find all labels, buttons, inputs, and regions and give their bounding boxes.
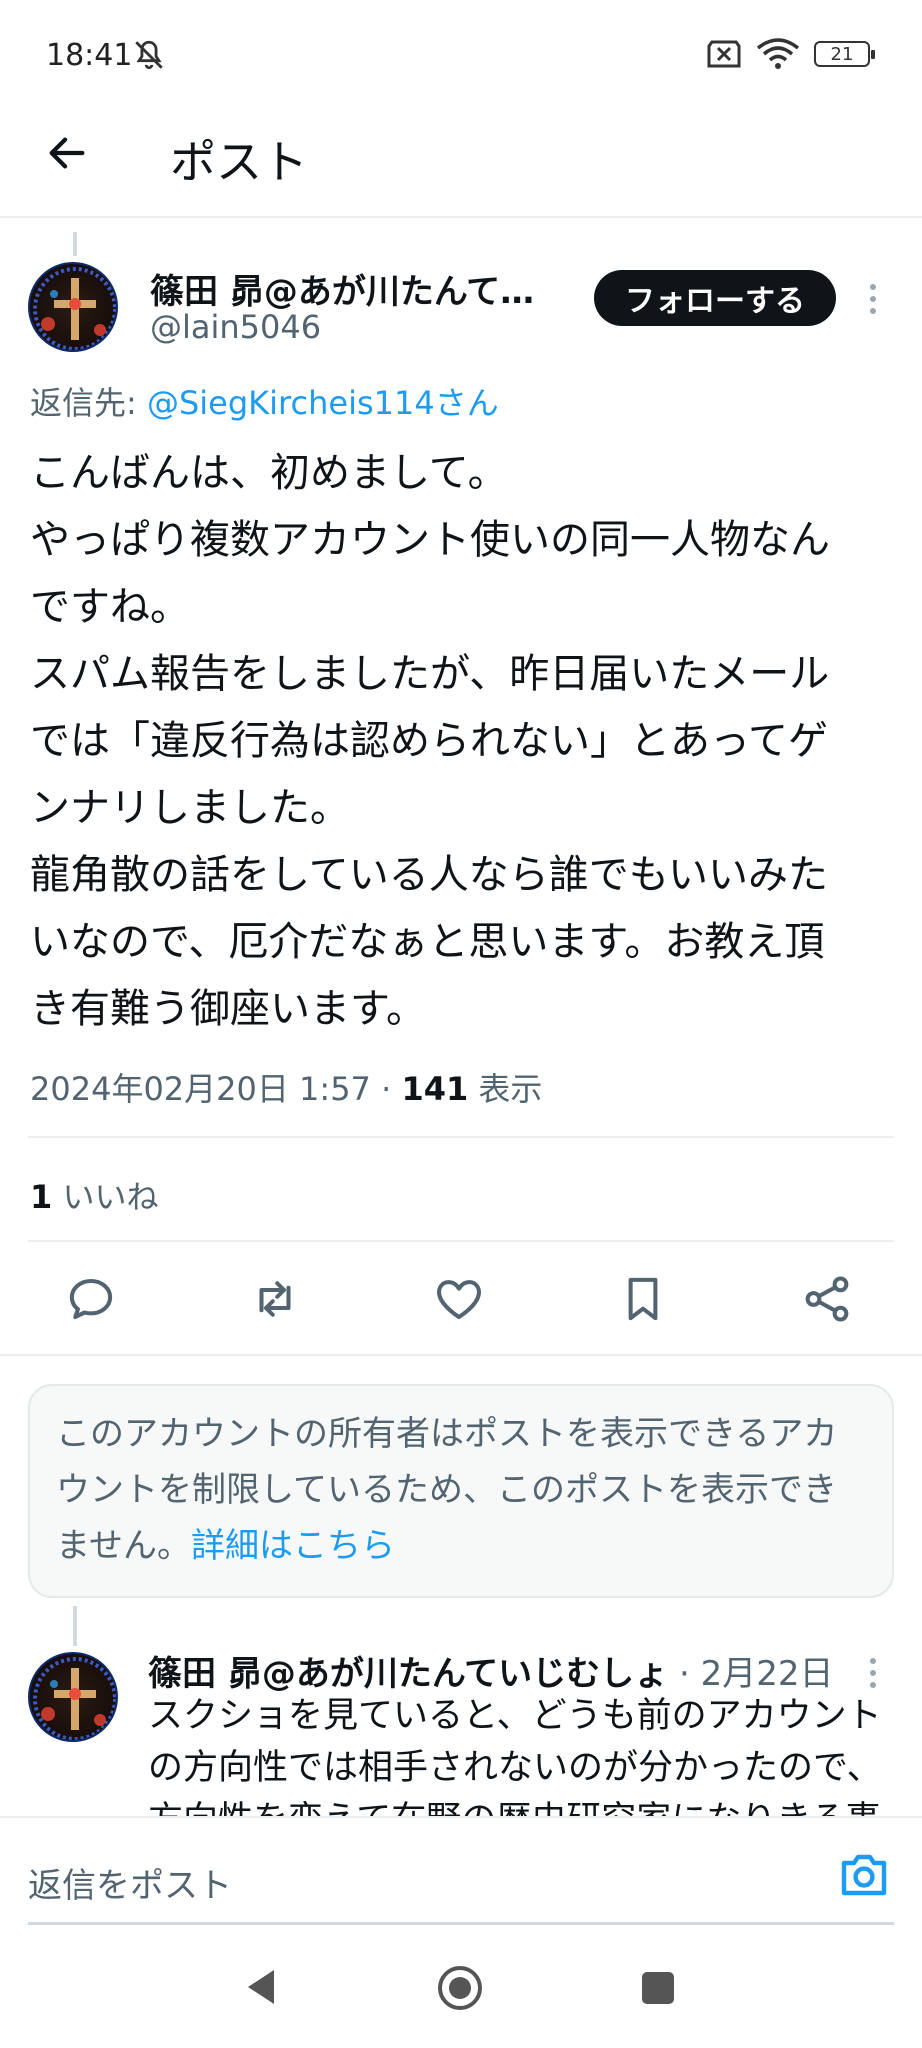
likes-count: 1 <box>30 1178 53 1216</box>
status-icons: 21 <box>706 38 875 70</box>
avatar-image <box>33 1657 116 1740</box>
notice-text: このアカウントの所有者はポストを表示できるアカウントを制限しているため、このポス… <box>56 1414 838 1566</box>
status-time: 18:41 <box>46 38 133 73</box>
author-name[interactable]: 篠田 昴@あが川たんて… <box>150 264 534 313</box>
divider <box>28 1136 894 1138</box>
views-count: 141 <box>401 1070 469 1108</box>
post-line: ですね。 <box>30 584 190 630</box>
divider <box>28 1240 894 1242</box>
likes-summary[interactable]: 1 いいね <box>30 1172 158 1218</box>
more-vert-icon[interactable] <box>868 284 878 314</box>
post-meta: 2024年02月20日 1:57 · 141 表示 <box>30 1070 543 1108</box>
post-line: ンナリしました。 <box>30 785 350 831</box>
page-title: ポスト <box>170 135 308 189</box>
reply-author[interactable]: 篠田 昴@あが川たんていじむしょ · 2月22日 <box>148 1646 833 1695</box>
wifi-icon <box>756 38 800 69</box>
bookmark-icon[interactable] <box>616 1272 670 1326</box>
header-divider <box>0 216 922 218</box>
like-icon[interactable] <box>432 1272 486 1326</box>
back-arrow-icon[interactable] <box>44 130 90 176</box>
restricted-notice: このアカウントの所有者はポストを表示できるアカウントを制限しているため、このポス… <box>28 1384 894 1598</box>
reply-line: の方向性では相手されないのが分かったので、 <box>148 1748 882 1788</box>
nav-back-icon[interactable] <box>242 1966 278 2008</box>
post-timestamp[interactable]: 2024年02月20日 1:57 <box>30 1070 371 1108</box>
reply-input[interactable]: 返信をポスト <box>28 1858 232 1907</box>
likes-label: いいね <box>52 1178 159 1216</box>
avatar-image <box>33 267 116 350</box>
camera-icon[interactable] <box>838 1852 890 1898</box>
views-label: 表示 <box>468 1070 543 1108</box>
reply-to-prefix: 返信先: <box>30 384 147 422</box>
post-line: き有難う御座います。 <box>30 986 426 1032</box>
nav-recents-icon[interactable] <box>640 1970 676 2006</box>
reply-to: 返信先: @SiegKircheis114さん <box>30 378 499 424</box>
battery-icon: 21 <box>814 41 875 67</box>
avatar[interactable] <box>28 1652 118 1742</box>
thread-line-top <box>73 232 77 256</box>
divider <box>0 1354 922 1356</box>
repost-icon[interactable] <box>248 1272 302 1326</box>
post-body: こんばんは、初めまして。 やっぱり複数アカウント使いの同一人物なん ですね。 ス… <box>30 440 900 1043</box>
reply-icon[interactable] <box>64 1272 118 1326</box>
post-line: やっぱり複数アカウント使いの同一人物なん <box>30 517 830 563</box>
thread-line <box>73 1606 77 1646</box>
sim-off-icon <box>707 40 741 68</box>
battery-level: 21 <box>830 43 854 65</box>
more-vert-icon[interactable] <box>868 1658 878 1688</box>
composer-underline <box>28 1922 894 1925</box>
post-line: いなので、厄介だなぁと思います。お教え頂 <box>30 919 825 965</box>
reply-line: スクショを見ていると、どうも前のアカウント <box>148 1696 882 1736</box>
post-line: では「違反行為は認められない」とあってゲ <box>30 718 828 764</box>
bell-off-icon <box>135 40 163 70</box>
reply-to-link[interactable]: @SiegKircheis114さん <box>147 384 499 422</box>
reply-date: · 2月22日 <box>668 1654 834 1694</box>
post-line: 龍角散の話をしている人なら誰でもいいみた <box>30 852 828 898</box>
nav-home-icon[interactable] <box>436 1964 484 2012</box>
learn-more-link[interactable]: 詳細はこちら <box>191 1526 395 1566</box>
author-handle[interactable]: @lain5046 <box>150 308 321 346</box>
post-line: こんばんは、初めまして。 <box>30 450 508 496</box>
follow-button[interactable]: フォローする <box>594 270 836 326</box>
avatar[interactable] <box>28 262 118 352</box>
reply-author-name: 篠田 昴@あが川たんていじむしょ <box>148 1654 669 1694</box>
post-line: スパム報告をしましたが、昨日届いたメール <box>30 651 830 697</box>
share-icon[interactable] <box>800 1272 854 1326</box>
